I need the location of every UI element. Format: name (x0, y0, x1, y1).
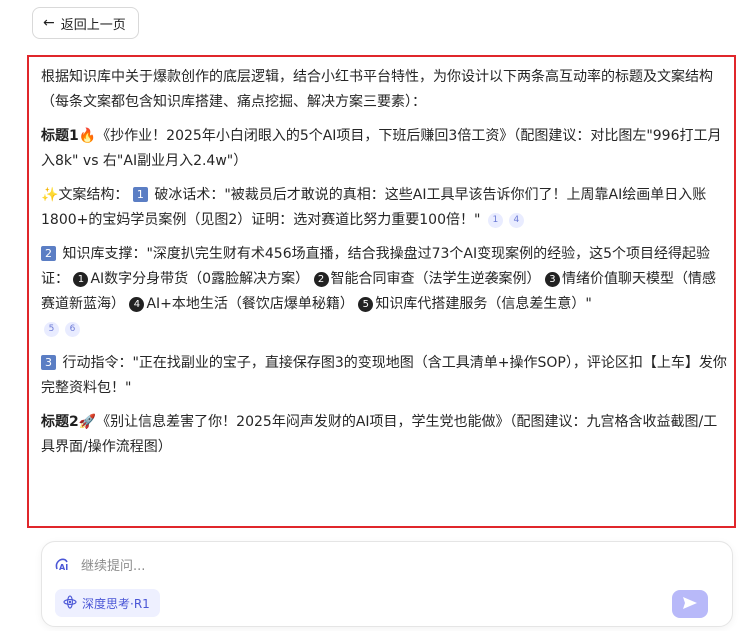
svg-text:AI: AI (59, 563, 68, 572)
back-button[interactable]: ← 返回上一页 (32, 7, 139, 39)
chat-composer: AI 深度思考·R1 (41, 541, 733, 627)
send-button[interactable] (672, 590, 708, 618)
step2-item: AI+本地生活（餐饮店爆单秘籍） (146, 296, 354, 312)
title1-label: 标题1 (41, 128, 79, 144)
title2-paragraph: 标题2🚀《别让信息差害了你！2025年闷声发财的AI项目，学生党也能做》（配图建… (41, 410, 728, 460)
circled-number-badge: 2 (313, 272, 329, 287)
step2-paragraph: 2 知识库支撑："深度扒完生财有术456场直播，结合我操盘过73个AI变现案例的… (41, 242, 728, 342)
deep-think-label: 深度思考·R1 (82, 596, 150, 611)
citation-badge[interactable]: 1 (487, 213, 503, 228)
answer-intro: 根据知识库中关于爆款创作的底层逻辑，结合小红书平台特性，为你设计以下两条高互动率… (41, 69, 713, 110)
step3-paragraph: 3 行动指令："正在找副业的宝子，直接保存图3的变现地图（含工具清单+操作SOP… (41, 351, 728, 401)
citation-badge[interactable]: 4 (508, 213, 524, 228)
title2-text: 《别让信息差害了你！2025年闷声发财的AI项目，学生党也能做》（配图建议：九宫… (41, 414, 718, 455)
structure-label: 文案结构： (58, 187, 129, 203)
sparkle-emoji-icon: ✨ (41, 187, 59, 203)
circled-number-badge: 4 (129, 297, 145, 312)
structure-paragraph: ✨文案结构： 1 破冰话术："被裁员后才敢说的真相：这些AI工具早该告诉你们了！… (41, 183, 728, 233)
arrow-left-icon: ← (43, 15, 55, 31)
circled-number-badge: 1 (73, 272, 89, 287)
step2-item: AI数字分身带货（0露脸解决方案） (90, 271, 310, 287)
fire-emoji-icon: 🔥 (78, 128, 97, 144)
title1-text: 《抄作业！2025年小白闭眼入的5个AI项目，下班后赚回3倍工资》（配图建议：对… (41, 128, 722, 169)
citation-badge[interactable]: 5 (44, 322, 59, 337)
step2-item: 智能合同审查（法学生逆袭案例） (330, 271, 541, 287)
atom-icon (63, 594, 77, 612)
back-button-label: 返回上一页 (60, 17, 126, 33)
title1-paragraph: 标题1🔥《抄作业！2025年小白闭眼入的5个AI项目，下班后赚回3倍工资》（配图… (41, 124, 728, 174)
deep-think-toggle[interactable]: 深度思考·R1 (55, 589, 160, 617)
rocket-emoji-icon: 🚀 (78, 414, 97, 430)
circled-number-badge: 3 (544, 272, 560, 287)
citation-badge[interactable]: 6 (65, 322, 80, 337)
title2-label: 标题2 (41, 414, 79, 430)
step2-item: 知识库代搭建服务（信息差生意）" (375, 296, 592, 312)
step-number-badge: 2 (41, 246, 56, 261)
chat-input[interactable] (79, 553, 683, 579)
send-icon (682, 595, 698, 614)
answer-content: 根据知识库中关于爆款创作的底层逻辑，结合小红书平台特性，为你设计以下两条高互动率… (27, 55, 736, 528)
step3-text: 行动指令："正在找副业的宝子，直接保存图3的变现地图（含工具清单+操作SOP），… (41, 355, 727, 396)
step-number-badge: 3 (41, 355, 56, 370)
step-number-badge: 1 (132, 187, 148, 202)
ai-prompt-icon: AI (54, 557, 70, 577)
circled-number-badge: 5 (358, 297, 374, 312)
